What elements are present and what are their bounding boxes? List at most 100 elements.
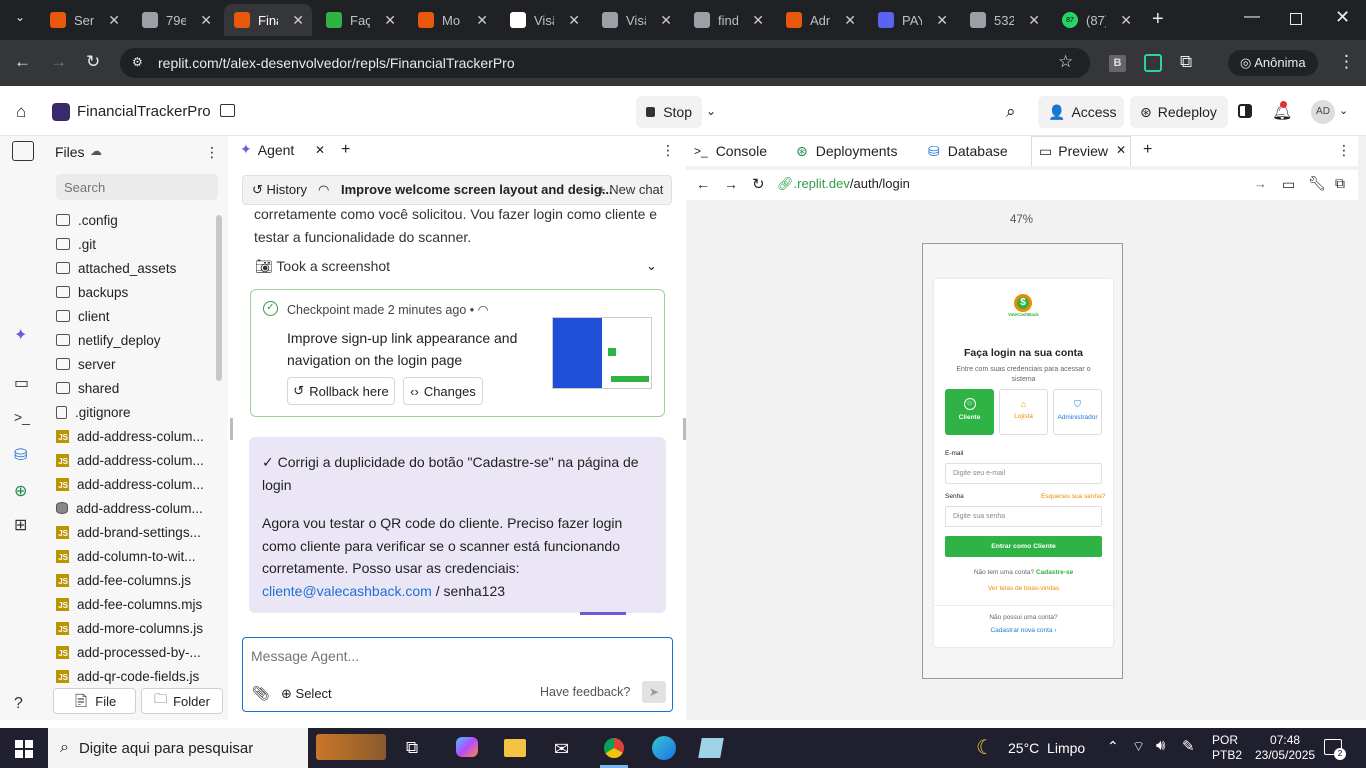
home-icon[interactable]: ⌂ bbox=[16, 102, 26, 122]
role-admin-button[interactable]: ⛉ Administrador bbox=[1053, 389, 1102, 435]
signup-link[interactable]: Cadastre-se bbox=[1036, 569, 1073, 576]
tab-close-icon[interactable]: ✕ bbox=[936, 12, 948, 29]
forgot-password-link[interactable]: Esqueceu sua senha? bbox=[1041, 493, 1105, 500]
new-folder-button[interactable]: 🗀 Folder bbox=[141, 688, 223, 714]
chrome-menu-icon[interactable]: ⋮ bbox=[1338, 52, 1355, 72]
feedback-link[interactable]: Have feedback? bbox=[540, 685, 630, 699]
tab-close-icon[interactable]: ✕ bbox=[568, 12, 580, 29]
tab-deployments[interactable]: ⊛ Deployments bbox=[796, 140, 897, 162]
file-tree-item[interactable]: JS add-processed-by-... bbox=[56, 641, 201, 663]
chat-title[interactable]: Improve welcome screen layout and desig.… bbox=[341, 182, 613, 197]
screenshot-action-row[interactable]: 📷︎ Took a screenshot bbox=[255, 258, 390, 275]
tab-database[interactable]: ⛁ Database bbox=[928, 140, 1008, 162]
files-scrollbar[interactable] bbox=[216, 215, 222, 381]
avatar-chevron-icon[interactable]: ⌄ bbox=[1339, 104, 1348, 117]
close-window-button[interactable]: ✕ bbox=[1335, 7, 1350, 28]
layout-icon[interactable] bbox=[220, 104, 235, 117]
changes-button[interactable]: ‹› Changes bbox=[403, 377, 483, 405]
new-chat-button[interactable]: + New chat bbox=[598, 182, 663, 197]
task-view-icon[interactable]: ⧉ bbox=[406, 738, 418, 758]
files-search-input[interactable] bbox=[56, 174, 218, 200]
tab-close-icon[interactable]: ✕ bbox=[1120, 12, 1132, 29]
file-tree-item[interactable]: server bbox=[56, 353, 116, 375]
tray-chevron-icon[interactable]: ⌃ bbox=[1107, 738, 1119, 755]
all-tools-icon[interactable]: ⊞ bbox=[14, 515, 27, 535]
welcome-screens-link[interactable]: Ver telas de boas-vindas bbox=[934, 585, 1113, 592]
password-field[interactable]: Digite sua senha bbox=[945, 506, 1102, 527]
panel-splitter[interactable] bbox=[230, 418, 233, 440]
minimize-button[interactable]: — bbox=[1244, 8, 1260, 26]
preview-url-bar[interactable]: 🔗︎.replit.dev/auth/login bbox=[777, 176, 1273, 196]
tab-close-icon[interactable]: ✕ bbox=[1028, 12, 1040, 29]
browser-tab[interactable]: Faça ✕ bbox=[316, 4, 404, 36]
extension-green-icon[interactable] bbox=[1144, 54, 1162, 72]
avatar[interactable]: AD bbox=[1311, 100, 1335, 124]
expand-chevron-icon[interactable]: ⌄ bbox=[646, 258, 657, 274]
volume-icon[interactable]: 🔊︎ bbox=[1156, 737, 1165, 754]
chrome-taskbar-icon[interactable] bbox=[602, 736, 626, 760]
preview-back-icon[interactable]: ← bbox=[696, 176, 710, 192]
tab-console[interactable]: >_ Console bbox=[694, 140, 767, 162]
file-tree-item[interactable]: backups bbox=[56, 281, 128, 303]
tab-close-icon[interactable]: ✕ bbox=[844, 12, 856, 29]
help-icon[interactable]: ? bbox=[14, 695, 23, 713]
file-tree-item[interactable]: client bbox=[56, 305, 110, 327]
restore-button[interactable] bbox=[1290, 13, 1302, 25]
open-new-window-icon[interactable]: ⧉ bbox=[1335, 175, 1345, 192]
access-button[interactable]: 👤 Access bbox=[1038, 96, 1124, 128]
address-bar[interactable]: replit.com/t/alex-desenvolvedor/repls/Fi… bbox=[120, 48, 1090, 78]
file-tree-item[interactable]: JS add-address-colum... bbox=[56, 449, 204, 471]
add-right-tab-icon[interactable]: + bbox=[1143, 141, 1152, 159]
tab-close-icon[interactable]: ✕ bbox=[752, 12, 764, 29]
file-tree-item[interactable]: JS add-qr-code-fields.js bbox=[56, 665, 199, 687]
weather-text[interactable]: 25°C Limpo bbox=[1008, 740, 1085, 756]
email-field[interactable]: Digite seu e-mail bbox=[945, 463, 1102, 484]
file-tree-item[interactable]: JS add-fee-columns.mjs bbox=[56, 593, 202, 615]
browser-tab[interactable]: Fina ✕ bbox=[224, 4, 312, 36]
file-tree-item[interactable]: .git bbox=[56, 233, 96, 255]
checkpoint-thumbnail[interactable] bbox=[552, 317, 652, 389]
mail-icon[interactable]: ✉ bbox=[554, 739, 569, 760]
submit-button[interactable]: Entrar como Cliente bbox=[945, 536, 1102, 557]
stop-button[interactable]: Stop bbox=[636, 96, 702, 128]
file-tree-item[interactable]: .gitignore bbox=[56, 401, 131, 423]
back-icon[interactable]: ← bbox=[14, 52, 31, 72]
tab-close-icon[interactable]: ✕ bbox=[476, 12, 488, 29]
agent-tab[interactable]: ✦ Agent bbox=[240, 141, 294, 158]
browser-tab[interactable]: Adn ✕ bbox=[776, 4, 864, 36]
copilot-icon[interactable] bbox=[456, 737, 478, 757]
register-link[interactable]: Cadastrar nova conta › bbox=[934, 627, 1113, 634]
preview-forward-icon[interactable]: → bbox=[724, 176, 738, 192]
history-button[interactable]: ↺ History bbox=[252, 182, 307, 198]
close-preview-icon[interactable]: ✕ bbox=[1116, 143, 1126, 157]
file-tree-item[interactable]: attached_assets bbox=[56, 257, 176, 279]
add-tab-icon[interactable]: + bbox=[341, 141, 350, 159]
edge-icon[interactable] bbox=[652, 736, 676, 760]
tab-close-icon[interactable]: ✕ bbox=[384, 12, 396, 29]
taskbar-search[interactable]: ⌕ Digite aqui para pesquisar bbox=[48, 728, 308, 768]
file-tree-item[interactable]: JS add-more-columns.js bbox=[56, 617, 203, 639]
file-tree-item[interactable]: JS add-column-to-wit... bbox=[56, 545, 196, 567]
extension-b-icon[interactable]: B bbox=[1109, 55, 1126, 72]
browser-tab[interactable]: 532 ✕ bbox=[960, 4, 1048, 36]
attach-icon[interactable]: 📎︎ bbox=[252, 685, 270, 702]
file-tree-item[interactable]: JS add-address-colum... bbox=[56, 473, 204, 495]
app-icon[interactable] bbox=[698, 738, 724, 758]
browser-tab[interactable]: Mo ✕ bbox=[408, 4, 496, 36]
rollback-button[interactable]: ↺ Rollback here bbox=[287, 377, 395, 405]
devtools-icon[interactable]: 🔧︎ bbox=[1308, 175, 1326, 192]
tab-close-icon[interactable]: ✕ bbox=[660, 12, 672, 29]
browser-tab[interactable]: PAY ✕ bbox=[868, 4, 956, 36]
file-tree-item[interactable]: JS add-fee-columns.js bbox=[56, 569, 191, 591]
right-menu-icon[interactable]: ⋮ bbox=[1337, 142, 1351, 159]
files-tool-icon[interactable] bbox=[12, 141, 34, 161]
new-file-button[interactable]: 📄︎ File bbox=[53, 688, 136, 714]
tab-close-icon[interactable]: ✕ bbox=[200, 12, 212, 29]
agent-menu-icon[interactable]: ⋮ bbox=[661, 142, 675, 159]
network-icon[interactable]: ⌔ bbox=[1132, 738, 1145, 756]
reload-icon[interactable]: ↻ bbox=[86, 52, 100, 72]
email-link[interactable]: cliente@valecashback.com bbox=[262, 583, 432, 599]
device-icon[interactable]: ▭ bbox=[1282, 176, 1295, 193]
select-button[interactable]: ⊕ Select bbox=[281, 686, 332, 702]
site-info-icon[interactable]: ⚙ bbox=[132, 55, 143, 69]
